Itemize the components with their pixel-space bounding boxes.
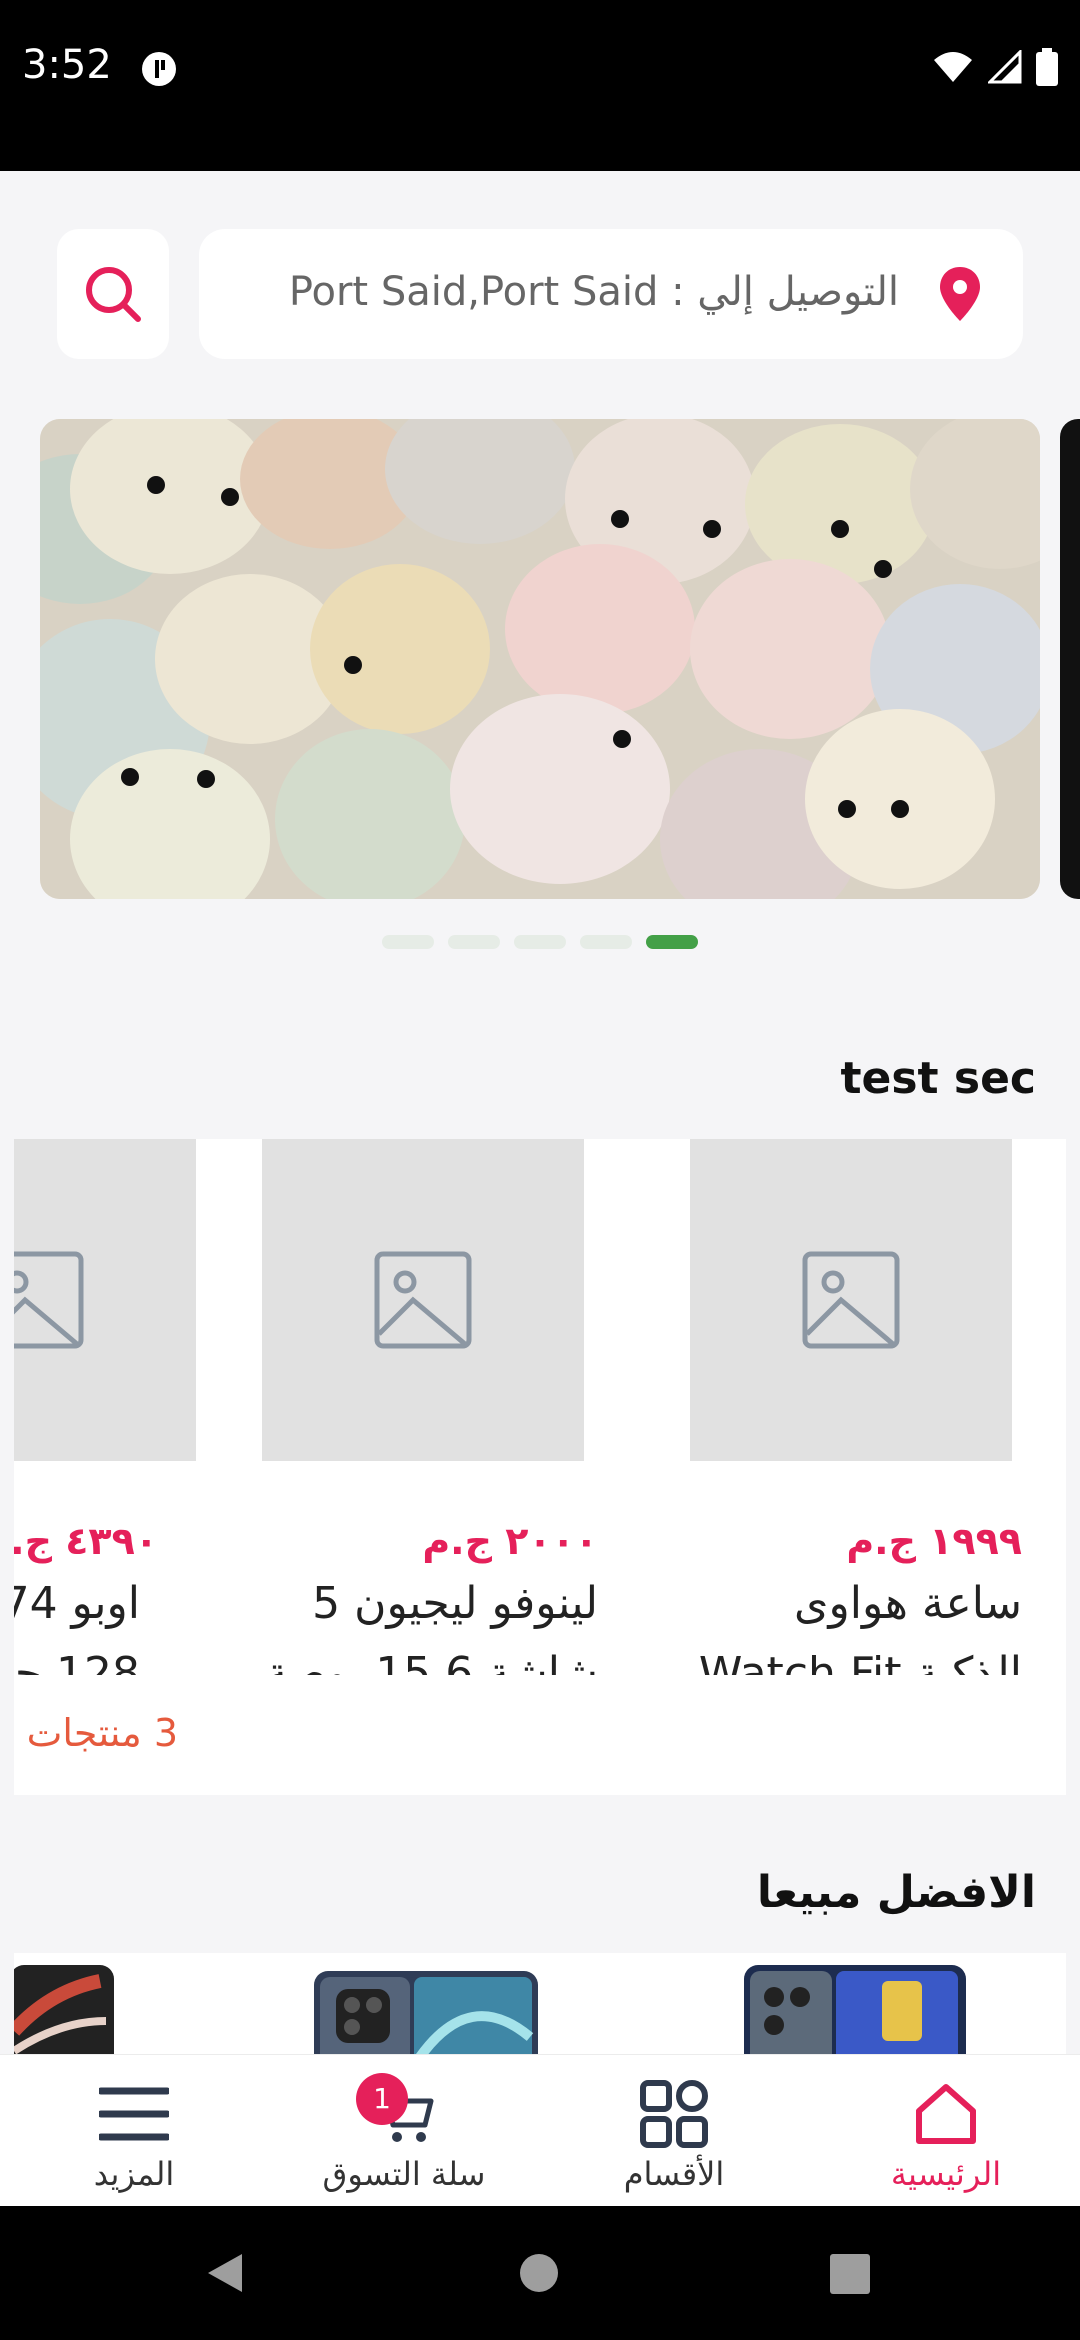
status-time: 3:52 bbox=[22, 42, 112, 88]
bestsellers-carousel[interactable] bbox=[14, 1953, 1066, 2054]
product-name: ساعة هواوى الذكية Watch Fit bbox=[698, 1578, 1022, 1675]
pagination-dot[interactable] bbox=[580, 935, 632, 949]
nav-more[interactable]: المزيد bbox=[24, 2073, 244, 2193]
banner-pagination bbox=[382, 935, 698, 949]
nav-label: الأقسام bbox=[623, 2155, 725, 2193]
recents-icon[interactable] bbox=[830, 2254, 870, 2294]
section-title: test sec bbox=[840, 1053, 1036, 1104]
back-icon[interactable] bbox=[202, 2250, 248, 2296]
phone-thumbnail[interactable] bbox=[740, 1961, 970, 2054]
home-icon bbox=[916, 2084, 976, 2144]
nav-home[interactable]: الرئيسية bbox=[836, 2073, 1056, 2193]
menu-icon bbox=[99, 2087, 169, 2141]
pagination-dot[interactable] bbox=[448, 935, 500, 949]
product-image-placeholder bbox=[14, 1139, 196, 1461]
main-content[interactable]: التوصيل إلي : Port Said,Port Said test s… bbox=[0, 171, 1080, 2054]
nav-categories[interactable]: الأقسام bbox=[564, 2073, 784, 2193]
status-bar: 3:52 bbox=[0, 0, 1080, 171]
products-carousel[interactable]: ١٩٩٩ ج.م ساعة هواوى الذكية Watch Fit ٢٠٠… bbox=[14, 1139, 1066, 1795]
app-notification-icon bbox=[142, 52, 176, 86]
system-navigation-bar bbox=[0, 2206, 1080, 2340]
product-name: لينوفو ليجيون 5 شاشة 15.6 بوصة bbox=[265, 1578, 598, 1675]
nav-label: الرئيسية bbox=[890, 2155, 1002, 2193]
product-price: ٤٣٩٠ ج.م bbox=[14, 1519, 158, 1563]
image-placeholder-icon bbox=[802, 1251, 900, 1349]
pagination-dot[interactable] bbox=[382, 935, 434, 949]
product-price: ١٩٩٩ ج.م bbox=[846, 1519, 1022, 1563]
section-title: الافضل مبيعا bbox=[756, 1867, 1036, 1918]
delivery-location-label: التوصيل إلي : Port Said,Port Said bbox=[288, 269, 899, 315]
nav-cart[interactable]: 1 سلة التسوق bbox=[294, 2073, 514, 2193]
phone-thumbnail[interactable] bbox=[310, 1967, 542, 2054]
product-name: اوبو A74 128 جيجا bbox=[14, 1578, 140, 1675]
pagination-dot-active[interactable] bbox=[646, 935, 698, 949]
product-card[interactable]: ٢٠٠٠ ج.م لينوفو ليجيون 5 شاشة 15.6 بوصة bbox=[242, 1139, 622, 1795]
product-price: ٢٠٠٠ ج.م bbox=[422, 1519, 598, 1563]
banner-image bbox=[40, 419, 1040, 899]
location-pin-icon bbox=[940, 267, 980, 321]
product-image-placeholder bbox=[262, 1139, 584, 1461]
bottom-navigation: الرئيسية الأقسام 1 سلة التسوق المزيد bbox=[0, 2054, 1080, 2206]
banner-next-slide-peek bbox=[1060, 419, 1080, 899]
delivery-location-bar[interactable]: التوصيل إلي : Port Said,Port Said bbox=[199, 229, 1023, 359]
product-card[interactable]: ٤٣٩٠ ج.م اوبو A74 128 جيجا 3 منتجات bbox=[14, 1139, 196, 1795]
signal-icon bbox=[988, 50, 1022, 84]
grid-icon bbox=[640, 2080, 708, 2148]
section-product-count[interactable]: 3 منتجات bbox=[27, 1711, 178, 1755]
product-image-placeholder bbox=[690, 1139, 1012, 1461]
battery-icon bbox=[1036, 48, 1058, 86]
image-placeholder-icon bbox=[374, 1251, 472, 1349]
nav-label: سلة التسوق bbox=[322, 2155, 486, 2193]
product-card[interactable]: ١٩٩٩ ج.م ساعة هواوى الذكية Watch Fit bbox=[672, 1139, 1052, 1795]
cart-count-badge: 1 bbox=[356, 2073, 408, 2125]
nav-label: المزيد bbox=[93, 2155, 175, 2193]
image-placeholder-icon bbox=[14, 1251, 84, 1349]
wifi-icon bbox=[934, 52, 972, 82]
home-circle-icon[interactable] bbox=[518, 2252, 560, 2294]
promo-banner[interactable] bbox=[40, 419, 1040, 899]
search-button[interactable] bbox=[57, 229, 169, 359]
search-icon bbox=[86, 267, 141, 322]
phone-thumbnail[interactable] bbox=[14, 1961, 120, 2054]
pagination-dot[interactable] bbox=[514, 935, 566, 949]
